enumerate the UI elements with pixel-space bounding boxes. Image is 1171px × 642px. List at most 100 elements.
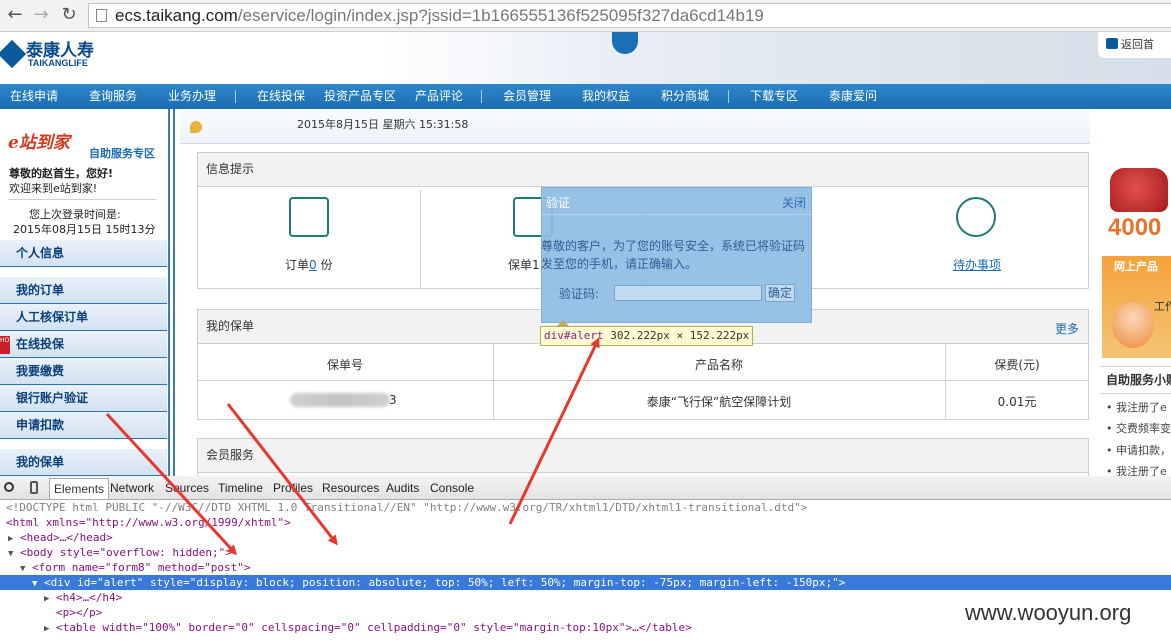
tip-item[interactable]: • 交费频率变 [1106,420,1171,436]
nav-item-ask[interactable]: 泰康爱问 [829,84,877,109]
address-bar[interactable]: ecs.taikang.com/eservice/login/index.jsp… [88,3,1171,28]
menu-underwriting-orders[interactable]: 人工核保订单 [0,304,167,331]
menu-deduction[interactable]: 申请扣款 [0,412,167,439]
policies-count[interactable]: 保单1 [508,256,540,273]
expand-triangle-icon[interactable]: ▶ [44,622,56,635]
selfservice-label: 自助服务专区 [89,147,155,160]
last-login-value: 2015年08月15日 15时13分 [13,223,156,236]
tab-network[interactable]: Network [110,481,154,495]
nav-separator [728,90,729,103]
dialog-title: 验证 [546,196,571,210]
dom-line-form[interactable]: ▼ <form name="form8" method="post"> [0,560,1171,575]
dom-line-doctype[interactable]: <!DOCTYPE html PUBLIC "-//W3C//DTD XHTML… [0,500,1171,515]
policy-more-link[interactable]: 更多 [1055,320,1079,337]
customer-service-avatar [1112,302,1154,348]
dom-line-body[interactable]: ▼ <body style="overflow: hidden;"> [0,545,1171,560]
url-domain: ecs.taikang.com [115,6,238,25]
todo-link[interactable]: 待办事项 [953,256,1001,273]
menu-payment[interactable]: 我要缴费 [0,358,167,385]
orders-count-link[interactable]: 0 [309,258,317,272]
page-icon [96,9,107,22]
nav-item-download[interactable]: 下载专区 [750,84,798,109]
reload-icon[interactable]: ↻ [58,4,80,26]
nav-item-mall[interactable]: 积分商城 [661,84,709,109]
main-nav: 在线申请 查询服务 业务办理 在线投保 投资产品专区 产品评论 会员管理 我的权… [0,84,1171,109]
menu-bank-verify[interactable]: 银行账户验证 [0,385,167,412]
estation-logo: e站到家 [8,133,70,153]
tab-sources[interactable]: Sources [165,481,209,495]
dom-line-html[interactable]: <html xmlns="http://www.w3.org/1999/xhtm… [0,515,1171,530]
verification-code-input[interactable] [614,285,762,301]
code-label: 验证码: [559,287,600,301]
tab-console[interactable]: Console [430,481,474,495]
home-link-label: 返回首 [1121,38,1154,51]
url-path: /eservice/login/index.jsp?jssid=1b166555… [237,6,764,25]
dom-line-alert-selected[interactable]: ▼ <div id="alert" style="display: block; … [0,575,1171,590]
confirm-button[interactable]: 确定 [765,284,795,302]
last-login-label: 您上次登录时间是: [29,208,121,221]
device-mode-icon[interactable] [30,481,38,494]
dom-line-head[interactable]: ▶ <head>…</head> [0,530,1171,545]
home-link[interactable]: 返回首 [1098,32,1171,58]
tip-label: 申请扣款， [1116,444,1171,457]
dom-line-table[interactable]: ▶ <table width="100%" border="0" cellspac… [0,620,950,635]
tip-label: 我注册了e [1116,401,1167,414]
orders-count: 订单0 份 [285,256,332,273]
orders-prefix: 订单 [285,258,310,272]
alert-div-tag: <div id="alert" style="display: block; p… [44,576,846,589]
nav-item-rights[interactable]: 我的权益 [582,84,630,109]
expand-triangle-icon[interactable]: ▶ [8,532,20,545]
table-divider [197,380,1089,381]
tab-elements[interactable]: Elements [49,478,110,499]
tip-item[interactable]: • 我注册了e [1106,399,1167,415]
html-tag: <html xmlns="http://www.w3.org/1999/xhtm… [6,516,291,529]
menu-personal-info[interactable]: 个人信息 [0,240,167,267]
alarm-clock-icon [956,197,996,237]
menu-online-insure[interactable]: 在线投保 [0,331,167,358]
inspector-tooltip: div#alert 302.222px × 152.222px [540,326,754,346]
nav-item-query[interactable]: 查询服务 [89,84,137,109]
menu-my-policies[interactable]: 我的保单 [0,449,167,476]
back-icon[interactable]: ← [4,4,26,26]
policy-premium: 0.01元 [997,395,1037,409]
collapse-triangle-icon[interactable]: ▼ [32,577,44,590]
tab-profiles[interactable]: Profiles [273,481,313,495]
column-header-product: 产品名称 [694,358,743,372]
info-panel-title: 信息提示 [198,153,1088,187]
nav-item-invest[interactable]: 投资产品专区 [324,84,396,109]
dialog-close-button[interactable]: 关闭 [782,194,806,211]
p-tag: <p></p> [56,606,103,619]
h4-tag: <h4>…</h4> [56,591,123,604]
watermark: www.wooyun.org [965,600,1132,625]
nav-item-insure[interactable]: 在线投保 [257,84,305,109]
collapse-triangle-icon[interactable]: ▼ [8,547,20,560]
customer-service-label: 工作 [1154,300,1171,313]
tooltip-tag: div#alert [544,329,604,342]
logo-subtext: TAIKANGLIFE [28,58,88,68]
member-panel: 会员服务 [197,438,1089,478]
tab-resources[interactable]: Resources [322,481,379,495]
nav-item-apply[interactable]: 在线申请 [10,84,58,109]
forward-icon[interactable]: → [30,4,52,26]
expand-triangle-icon[interactable]: ▶ [44,592,56,605]
policy-number-tail[interactable]: 3 [389,393,397,407]
dialog-message-1: 尊敬的客户，为了您的账号安全，系统已将验证码 [541,239,806,253]
orders-suffix: 份 [316,258,333,272]
tip-item[interactable]: • 申请扣款， [1106,442,1171,458]
greeting-line-1: 尊敬的赵首生，您好! [9,167,114,180]
sidebar-border [168,109,170,476]
tab-timeline[interactable]: Timeline [218,481,263,495]
collapse-triangle-icon[interactable]: ▼ [20,562,32,575]
nav-item-business[interactable]: 业务办理 [168,84,216,109]
column-header-policy-no: 保单号 [326,358,363,372]
search-icon[interactable] [4,482,14,492]
tab-audits[interactable]: Audits [386,481,419,495]
nav-item-review[interactable]: 产品评论 [415,84,463,109]
dialog-message-2: 发至您的手机，请正确输入。 [541,257,698,271]
menu-my-orders[interactable]: 我的订单 [0,277,167,304]
nav-item-member[interactable]: 会员管理 [503,84,551,109]
home-icon [1106,38,1118,49]
tip-label: 交费频率变 [1116,422,1171,435]
phone-icon [1110,168,1168,212]
hotline-number: 4000 [1108,214,1162,241]
